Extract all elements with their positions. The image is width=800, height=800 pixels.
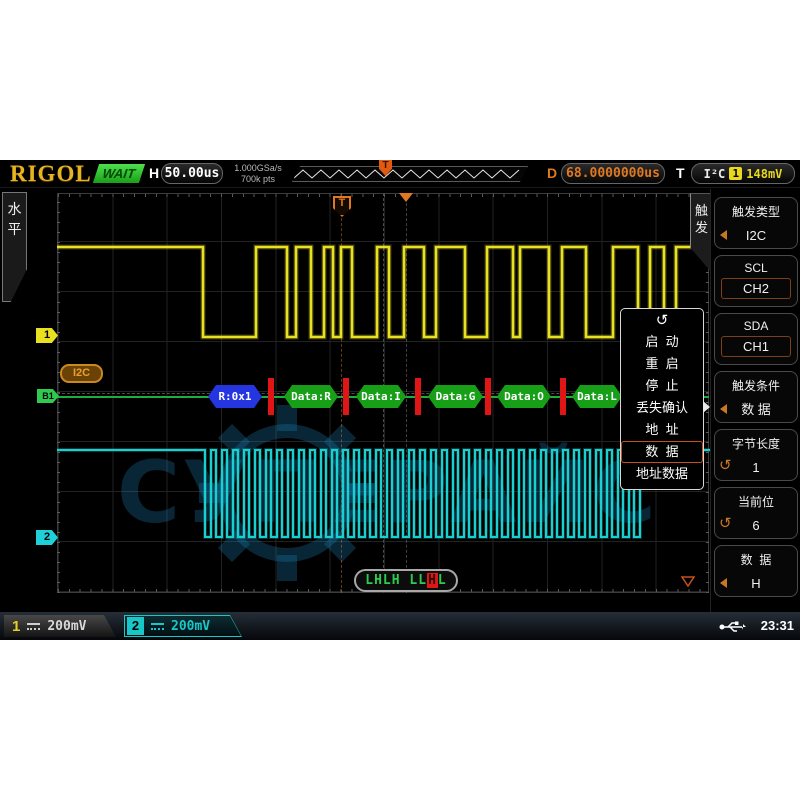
trigger-condition-popup: ↺ 启 动重 启停 止丢失确认地 址数 据地址数据 xyxy=(620,308,704,490)
softkey-item[interactable]: 数 据 H xyxy=(714,545,798,597)
softkey-item[interactable]: SDA CH1 xyxy=(714,313,798,365)
decode-packet: Data:O xyxy=(497,385,551,408)
select-arrow-icon xyxy=(720,230,727,240)
left-tick-ruler xyxy=(57,193,60,593)
decode-bus-label: I2C xyxy=(60,364,103,383)
popup-item[interactable]: 启 动 xyxy=(621,331,703,353)
softkey-value: CH1 xyxy=(721,336,791,357)
ch2-scale: 200mV xyxy=(171,619,210,634)
trigger-readout[interactable]: I²C 1 148mV xyxy=(691,163,795,184)
popup-item[interactable]: 地址数据 xyxy=(621,463,703,485)
trigger-level-offscreen-icon xyxy=(681,576,695,587)
oscilloscope-screen: RIGOL WAIT H 50.00us 1.000GSa/s 700k pts… xyxy=(0,160,800,640)
acquisition-readout: 1.000GSa/s 700k pts xyxy=(228,163,288,185)
softkey-title: 数 据 xyxy=(715,551,797,568)
popup-item[interactable]: 数 据 xyxy=(621,441,703,463)
decode-packet: Data:G xyxy=(428,385,483,408)
dc-coupling-icon xyxy=(151,623,164,630)
softkey-value: 6↺ xyxy=(715,515,797,537)
ch1-status-block[interactable]: 1 200mV xyxy=(4,615,116,637)
softkey-value: I2C xyxy=(715,225,797,247)
popup-item[interactable]: 重 启 xyxy=(621,353,703,375)
ch2-status-block[interactable]: 2 200mV xyxy=(124,615,242,637)
softkey-value: H xyxy=(715,573,797,595)
softkey-value: 数 据 xyxy=(715,399,797,421)
delay-label: D xyxy=(547,165,557,181)
trigger-time-line xyxy=(341,193,342,593)
ch2-ground-marker[interactable]: 2 xyxy=(36,530,58,545)
popup-item[interactable]: 地 址 xyxy=(621,419,703,441)
knob-rotate-icon: ↺ xyxy=(719,513,732,535)
trigger-label: T xyxy=(676,165,685,181)
clock: 23:31 xyxy=(761,618,794,633)
softkey-item[interactable]: 触发条件数 据 xyxy=(714,371,798,423)
trigger-level: 148mV xyxy=(746,167,782,181)
preview-zigzag xyxy=(292,166,528,182)
softkey-menu: 触发类型I2CSCLCH2SDACH1触发条件数 据字节长度1↺当前位6↺数 据… xyxy=(710,189,800,612)
pattern-pre: LHLH LL xyxy=(365,573,427,588)
brand-logo: RIGOL xyxy=(10,161,92,187)
knob-rotate-icon: ↺ xyxy=(719,455,732,477)
pattern-post: L xyxy=(438,573,447,588)
softkey-item[interactable]: SCL CH2 xyxy=(714,255,798,307)
decode-error-mark xyxy=(268,378,274,415)
horizontal-label: H xyxy=(149,165,159,181)
select-arrow-icon xyxy=(720,404,727,414)
timebase-readout[interactable]: 50.00us xyxy=(161,163,223,184)
softkey-item[interactable]: 字节长度 1↺ xyxy=(714,429,798,481)
popup-item[interactable]: 停 止 xyxy=(621,375,703,397)
trigger-data-pattern: LHLH LLHL xyxy=(354,569,458,592)
softkey-value: CH2 xyxy=(721,278,791,299)
decode-packet: Data:L xyxy=(572,385,622,408)
decode-packet: Data:I xyxy=(356,385,406,408)
decode-error-mark xyxy=(485,378,491,415)
decode-packet: Data:R xyxy=(284,385,338,408)
dc-coupling-icon xyxy=(27,623,40,630)
bottom-status-bar: 1 200mV 2 200mV 23:31 xyxy=(0,612,800,640)
select-arrow-icon xyxy=(720,578,727,588)
popup-item[interactable]: 丢失确认 xyxy=(621,397,703,419)
ch1-number: 1 xyxy=(12,618,20,635)
softkey-title: SCL xyxy=(715,261,797,275)
waveform-preview-bar[interactable] xyxy=(292,166,528,182)
delay-readout[interactable]: 68.0000000us xyxy=(561,163,665,184)
softkey-value: 1↺ xyxy=(715,457,797,479)
decode-bus-marker[interactable]: B1 xyxy=(37,389,59,403)
center-marker-line xyxy=(406,193,407,593)
top-status-bar: RIGOL WAIT H 50.00us 1.000GSa/s 700k pts… xyxy=(0,160,800,188)
sample-rate: 1.000GSa/s xyxy=(228,163,288,174)
softkey-title: SDA xyxy=(715,319,797,333)
ch1-scale: 200mV xyxy=(47,619,86,634)
screen-center-marker xyxy=(399,193,413,202)
knob-rotate-icon: ↺ xyxy=(621,311,703,331)
ch1-ground-marker[interactable]: 1 xyxy=(36,328,58,343)
softkey-item[interactable]: 触发类型 I2C xyxy=(714,197,798,249)
usb-icon xyxy=(718,620,748,633)
softkey-title: 当前位 xyxy=(715,493,797,510)
pattern-cursor: H xyxy=(427,573,438,588)
memory-depth: 700k pts xyxy=(228,174,288,185)
softkey-title: 触发条件 xyxy=(715,377,797,394)
softkey-title: 字节长度 xyxy=(715,435,797,452)
decode-error-mark xyxy=(343,378,349,415)
run-status-badge[interactable]: WAIT xyxy=(93,164,145,183)
trigger-type: I²C xyxy=(704,167,726,181)
trigger-source-badge: 1 xyxy=(729,167,742,180)
ch2-number: 2 xyxy=(127,617,144,635)
popup-pointer-icon xyxy=(703,401,710,413)
decode-error-mark xyxy=(560,378,566,415)
softkey-title: 触发类型 xyxy=(715,203,797,220)
softkey-item[interactable]: 当前位 6↺ xyxy=(714,487,798,539)
tab-horizontal[interactable]: 水平 xyxy=(2,192,27,302)
decode-packet: R:0x1 xyxy=(208,385,262,408)
decode-error-mark xyxy=(415,378,421,415)
